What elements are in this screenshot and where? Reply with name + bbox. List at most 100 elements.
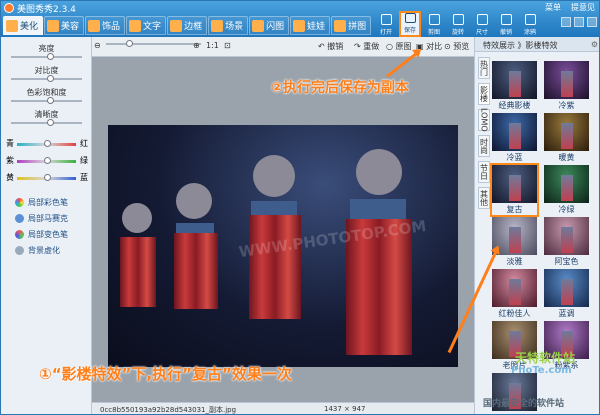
figure-1 — [118, 203, 158, 313]
resize-button[interactable]: 尺寸 — [471, 11, 493, 37]
blur-icon — [15, 246, 24, 255]
tab-lomo[interactable]: LOMO — [478, 108, 490, 132]
undo-top-button[interactable]: 撤销 — [495, 11, 517, 37]
brand-url: PhoTe.com — [511, 365, 572, 376]
brand-slogan: 国内最安全的软件站 — [483, 399, 565, 409]
brightness-slider[interactable]: 亮度 — [1, 43, 92, 65]
effect-cold-purple[interactable]: 冷紫 — [544, 61, 589, 111]
effect-pink-lady[interactable]: 红粉佳人 — [492, 269, 537, 319]
zoom-out-icon[interactable]: ⊖ — [94, 41, 101, 50]
red-dress — [174, 233, 218, 309]
tab-text[interactable]: 文字 — [126, 16, 167, 35]
rotate-icon — [452, 14, 464, 25]
save-button[interactable]: 保存 — [399, 11, 421, 37]
photo-canvas[interactable]: WWW.PHOTOTOP.COM — [108, 125, 458, 367]
cyan-red-slider[interactable]: 青红 — [1, 137, 92, 151]
effect-retro[interactable]: 复古 — [490, 163, 539, 217]
tab-studio[interactable]: 影楼 — [478, 83, 490, 105]
blue-top — [251, 201, 297, 215]
brand-name: 天特软件站 — [515, 351, 576, 365]
effect-elegant[interactable]: 淡雅 — [492, 217, 537, 267]
zoom-ratio[interactable]: 1:1 — [206, 41, 219, 50]
maximize-icon[interactable] — [574, 17, 584, 27]
ornament-icon — [88, 19, 101, 32]
preview-button[interactable]: ⊙ 预览 — [444, 41, 469, 52]
app-window: 美图秀秀2.3.4 美化 美容 饰品 文字 边框 场景 闪图 娃娃 拼图 打开 … — [0, 0, 600, 415]
yellow-blue-slider[interactable]: 黄蓝 — [1, 171, 92, 185]
resize-icon — [476, 14, 488, 25]
blurred-face — [176, 183, 212, 219]
menu-link[interactable]: 菜单 — [545, 2, 561, 13]
text-icon — [129, 19, 142, 32]
contrast-slider[interactable]: 对比度 — [1, 65, 92, 87]
red-dress — [120, 237, 156, 307]
zoom-knob[interactable] — [126, 40, 133, 47]
tab-fashion[interactable]: 时尚 — [478, 135, 490, 157]
tab-scene[interactable]: 场景 — [208, 16, 249, 35]
tab-flash[interactable]: 闪图 — [249, 16, 290, 35]
tab-frame[interactable]: 边框 — [167, 16, 208, 35]
color-pen-icon — [15, 198, 24, 207]
title-bar: 美图秀秀2.3.4 美化 美容 饰品 文字 边框 场景 闪图 娃娃 拼图 打开 … — [1, 1, 599, 37]
step1-annotation: ①“影楼特效”下,执行”复古”效果一次 — [39, 365, 292, 383]
effects-breadcrumb: 特效展示 》影楼特效 — [483, 41, 558, 50]
tab-holiday[interactable]: 节日 — [478, 161, 490, 183]
effect-category-tabs: 热门 影楼 LOMO 时尚 节日 其他 — [478, 57, 490, 213]
undo-button[interactable]: ↶ 撤销 — [318, 41, 343, 52]
beauty-icon — [47, 19, 60, 32]
slider-knob[interactable] — [46, 119, 54, 126]
effects-header: 特效展示 》影楼特效 ⚙ — [475, 37, 599, 52]
slider-knob[interactable] — [43, 140, 51, 147]
redo-button[interactable]: ↷ 重做 — [354, 41, 379, 52]
slider-knob[interactable] — [43, 157, 51, 164]
slider-knob[interactable] — [43, 174, 51, 181]
close-icon[interactable] — [587, 17, 597, 27]
minimize-icon[interactable] — [561, 17, 571, 27]
effect-classic-studio[interactable]: 经典影楼 — [492, 61, 537, 111]
tab-beautify[interactable]: 美化 — [3, 16, 44, 35]
step2-annotation: ②执行完后保存为副本 — [271, 80, 409, 96]
tab-beauty[interactable]: 美容 — [44, 16, 85, 35]
color-pen-tool[interactable]: 局部彩色笔 — [15, 197, 68, 208]
slider-knob[interactable] — [46, 97, 54, 104]
blurred-face — [253, 155, 295, 197]
brush-icon — [524, 14, 536, 25]
zoom-slider[interactable] — [106, 40, 201, 47]
tab-ornaments[interactable]: 饰品 — [85, 16, 126, 35]
red-dress — [249, 215, 301, 319]
zoom-in-icon[interactable]: ⊕ — [193, 41, 200, 50]
crop-button[interactable]: 剪图 — [423, 11, 445, 37]
blurred-face — [356, 149, 402, 195]
panel-settings-icon[interactable]: ⚙ — [591, 40, 598, 49]
sharpness-slider[interactable]: 清晰度 — [1, 109, 92, 131]
effect-warm-yellow[interactable]: 暖黄 — [544, 113, 589, 163]
effect-cold-blue[interactable]: 冷蓝 — [492, 113, 537, 163]
saturation-slider[interactable]: 色彩饱和度 — [1, 87, 92, 109]
effect-blue-tone[interactable]: 蓝调 — [544, 269, 589, 319]
effect-abao[interactable]: 阿宝色 — [544, 217, 589, 267]
recolor-pen-tool[interactable]: 局部变色笔 — [15, 229, 68, 240]
purple-green-slider[interactable]: 紫绿 — [1, 154, 92, 168]
mosaic-icon — [15, 214, 24, 223]
feedback-link[interactable]: 提意见 — [571, 2, 595, 13]
bg-blur-tool[interactable]: 背景虚化 — [15, 245, 60, 256]
effect-cold-green[interactable]: 冷绿 — [544, 165, 589, 215]
fit-icon[interactable]: ⊡ — [224, 41, 231, 50]
tab-hot[interactable]: 热门 — [478, 57, 490, 79]
mosaic-tool[interactable]: 局部马赛克 — [15, 213, 68, 224]
figure-4 — [338, 133, 418, 361]
tab-other[interactable]: 其他 — [478, 187, 490, 209]
tab-collage[interactable]: 拼图 — [331, 16, 372, 35]
tab-doll[interactable]: 娃娃 — [290, 16, 331, 35]
doodle-button[interactable]: 涂鸦 — [519, 11, 541, 37]
open-button[interactable]: 打开 — [375, 11, 397, 37]
status-bar: 0cc8b550193a92b28d543031_副本.jpg 1437 × 9… — [92, 402, 474, 414]
window-menu: 菜单 提意见 — [545, 2, 595, 13]
slider-knob[interactable] — [46, 75, 54, 82]
top-toolbar: 打开 保存 剪图 旋转 尺寸 撤销 涂鸦 — [375, 11, 541, 37]
original-button[interactable]: ○ 原图 — [386, 41, 412, 52]
folder-icon — [380, 14, 392, 25]
save-icon — [404, 13, 416, 23]
slider-knob[interactable] — [46, 53, 54, 60]
rotate-button[interactable]: 旋转 — [447, 11, 469, 37]
